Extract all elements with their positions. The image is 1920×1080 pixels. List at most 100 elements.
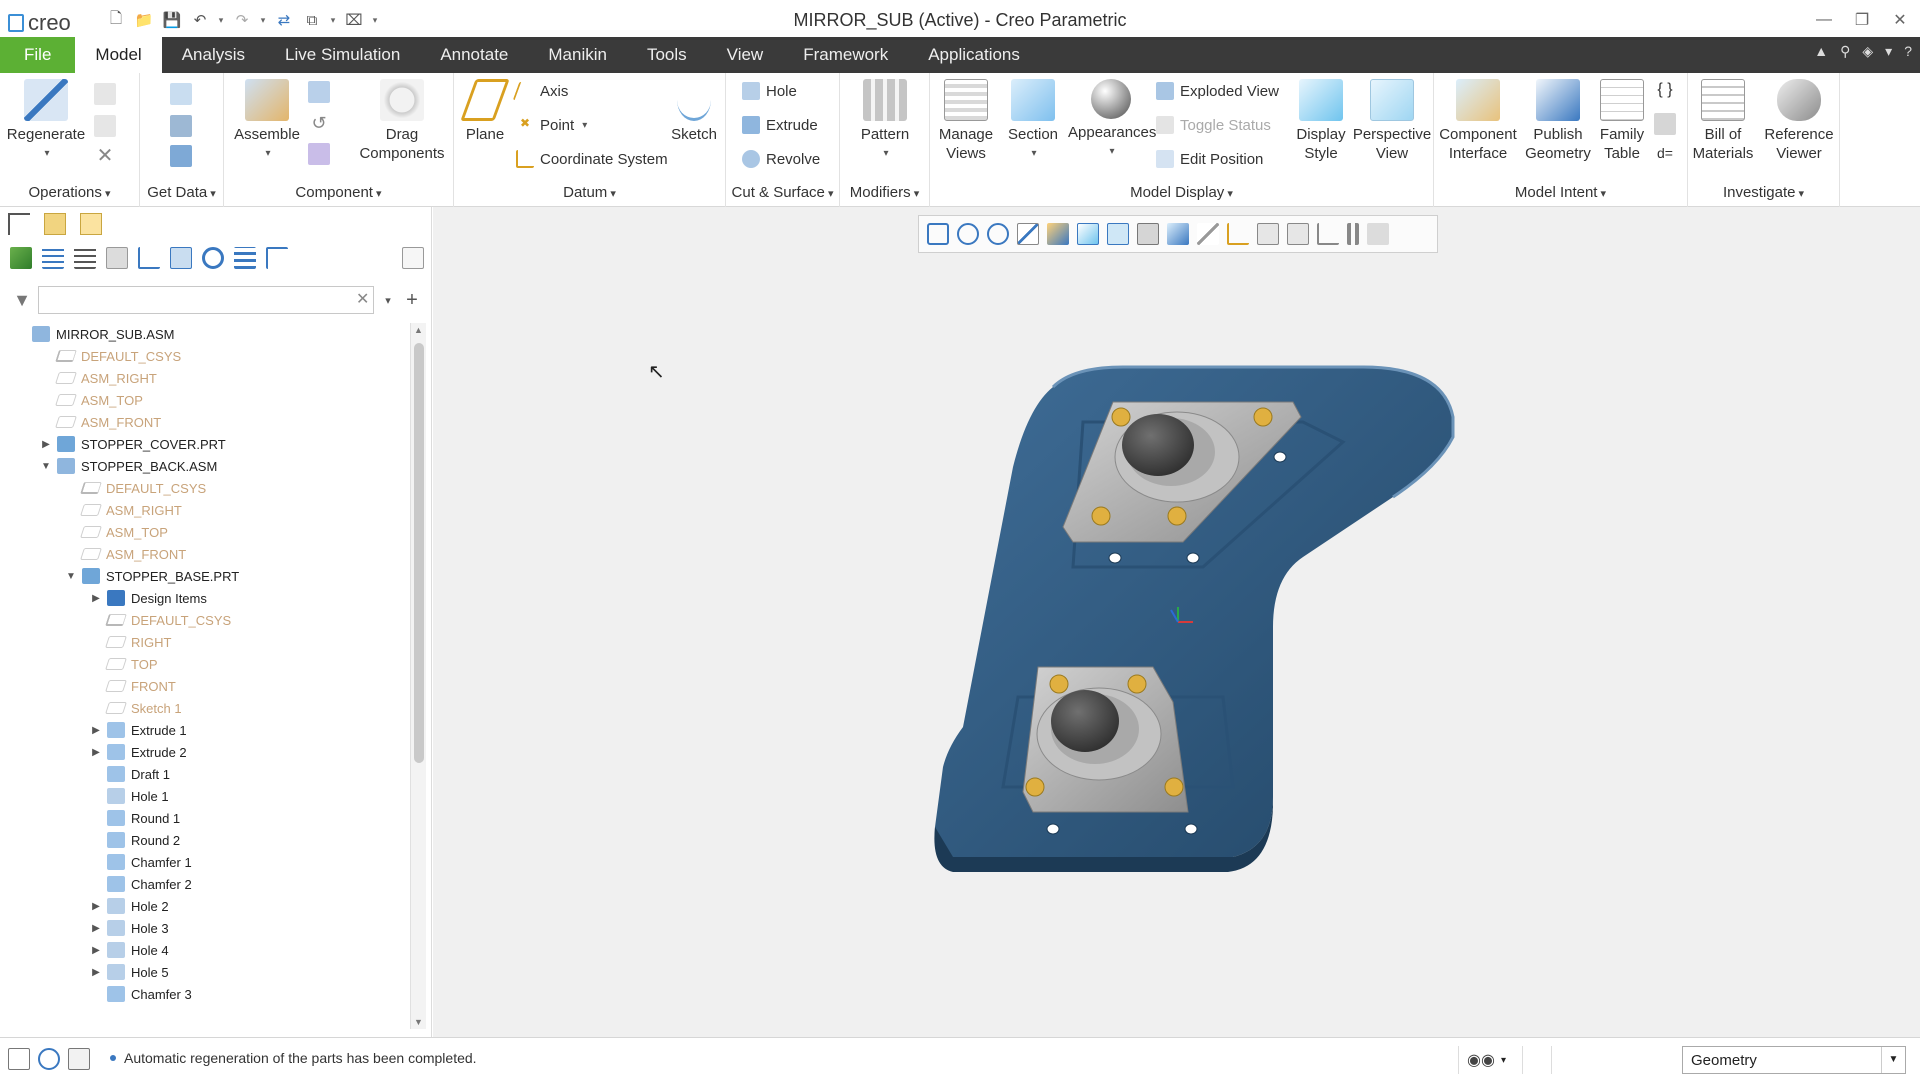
drag-components-button[interactable]: Drag Components: [354, 79, 450, 163]
tree-item[interactable]: Hole 1: [89, 785, 169, 807]
section-button[interactable]: Section ▾: [1002, 79, 1064, 163]
expand-toggle-icon[interactable]: ▼: [64, 571, 78, 582]
favorites-tab-icon[interactable]: [80, 213, 102, 235]
edit-position-button[interactable]: Edit Position: [1156, 147, 1263, 171]
learning-icon[interactable]: ◈: [1862, 43, 1873, 60]
tree-item[interactable]: DEFAULT_CSYS: [89, 609, 231, 631]
tree-item[interactable]: ▶ Hole 2: [89, 895, 169, 917]
undo-dropdown-icon[interactable]: ▾: [216, 15, 226, 26]
tree-scrollbar[interactable]: ▲ ▼: [410, 323, 426, 1029]
family-table-button[interactable]: Family Table: [1594, 79, 1650, 163]
tree-item[interactable]: ASM_RIGHT: [39, 367, 157, 389]
options-dropdown-icon[interactable]: ▾: [1885, 43, 1892, 60]
chevron-down-icon[interactable]: ▼: [1881, 1047, 1905, 1073]
appearances-button[interactable]: Appearances ▾: [1068, 79, 1156, 161]
new-file-icon[interactable]: 🗋: [104, 8, 128, 32]
exploded-view-button[interactable]: Exploded View: [1156, 79, 1279, 103]
tree-item[interactable]: Chamfer 3: [89, 983, 192, 1005]
bill-of-materials-button[interactable]: Bill of Materials: [1688, 79, 1758, 163]
tree-item[interactable]: Chamfer 1: [89, 851, 192, 873]
tab-analysis[interactable]: Analysis: [162, 37, 265, 73]
tree-item[interactable]: ASM_FRONT: [39, 411, 161, 433]
group-label-operations[interactable]: Operations: [0, 184, 139, 201]
sketch-button[interactable]: Sketch: [666, 79, 722, 144]
tree-item[interactable]: Round 1: [89, 807, 180, 829]
tree-item[interactable]: RIGHT: [89, 631, 171, 653]
tree-item[interactable]: DEFAULT_CSYS: [39, 345, 181, 367]
tree-item[interactable]: ▶ Extrude 1: [89, 719, 187, 741]
tab-model[interactable]: Model: [75, 37, 162, 73]
tree-item[interactable]: ▼ STOPPER_BASE.PRT: [64, 565, 239, 587]
reference-viewer-button[interactable]: Reference Viewer: [1760, 79, 1838, 163]
manage-views-button[interactable]: Manage Views: [934, 79, 998, 163]
tab-tools[interactable]: Tools: [627, 37, 707, 73]
scroll-down-icon[interactable]: ▼: [414, 1017, 423, 1027]
search-icon[interactable]: ⚲: [1840, 43, 1850, 60]
selection-filter-select[interactable]: Geometry ▼: [1682, 1046, 1906, 1074]
undo-icon[interactable]: ↶: [188, 8, 212, 32]
full-screen-icon[interactable]: [68, 1048, 90, 1070]
regenerate-button[interactable]: Regenerate ▾: [6, 79, 86, 163]
tab-file[interactable]: File: [0, 37, 76, 73]
find-dropdown-icon[interactable]: ▾: [1501, 1055, 1506, 1066]
redo-icon[interactable]: ↷: [230, 8, 254, 32]
shrinkwrap-icon[interactable]: [170, 145, 192, 167]
tab-view[interactable]: View: [707, 37, 784, 73]
collapse-ribbon-icon[interactable]: ▲: [1814, 43, 1828, 60]
windows-icon[interactable]: ⧉: [300, 8, 324, 32]
tree-item[interactable]: ▶ STOPPER_COVER.PRT: [39, 433, 226, 455]
copy-icon[interactable]: [94, 83, 116, 105]
model-tree-tab-icon[interactable]: [8, 213, 30, 235]
expand-toggle-icon[interactable]: ▶: [89, 747, 103, 758]
tree-item[interactable]: ▼ STOPPER_BACK.ASM: [39, 455, 217, 477]
tab-annotate[interactable]: Annotate: [420, 37, 528, 73]
section-dropdown-icon[interactable]: ▾: [1004, 144, 1064, 163]
regenerate-quick-icon[interactable]: ⇄: [272, 8, 296, 32]
delete-icon[interactable]: ✕: [94, 145, 116, 167]
point-dropdown-icon[interactable]: ▾: [582, 120, 587, 131]
expand-toggle-icon[interactable]: ▶: [89, 945, 103, 956]
tree-properties-icon[interactable]: [170, 247, 192, 269]
group-label-investigate[interactable]: Investigate: [1688, 184, 1839, 201]
tree-item[interactable]: Chamfer 2: [89, 873, 192, 895]
open-folder-icon[interactable]: 📁: [132, 8, 156, 32]
tree-table-icon[interactable]: [106, 247, 128, 269]
appearances-dropdown-icon[interactable]: ▾: [1070, 142, 1154, 161]
group-label-model-display[interactable]: Model Display: [930, 184, 1433, 201]
repeat-icon[interactable]: ↺: [308, 113, 330, 135]
expand-toggle-icon[interactable]: ▶: [89, 923, 103, 934]
expand-toggle-icon[interactable]: ▶: [89, 901, 103, 912]
tree-item[interactable]: FRONT: [89, 675, 176, 697]
show-navigator-icon[interactable]: [8, 1048, 30, 1070]
expand-toggle-icon[interactable]: ▼: [39, 461, 53, 472]
close-icon[interactable]: ✕: [1888, 6, 1912, 34]
tree-hierarchy-icon[interactable]: [138, 247, 160, 269]
tree-item[interactable]: ▶ Hole 3: [89, 917, 169, 939]
tree-item[interactable]: DEFAULT_CSYS: [64, 477, 206, 499]
tree-item[interactable]: ASM_TOP: [39, 389, 143, 411]
folder-browser-tab-icon[interactable]: [44, 213, 66, 235]
tree-item[interactable]: ▶ Hole 4: [89, 939, 169, 961]
expand-toggle-icon[interactable]: ▶: [89, 593, 103, 604]
add-filter-icon[interactable]: +: [402, 289, 422, 312]
show-browser-icon[interactable]: [38, 1048, 60, 1070]
toggle-status-button[interactable]: Toggle Status: [1156, 113, 1271, 137]
tree-item[interactable]: ▶ Hole 5: [89, 961, 169, 983]
extrude-button[interactable]: Extrude: [742, 113, 818, 137]
tree-item[interactable]: ▶ Design Items: [89, 587, 207, 609]
restore-icon[interactable]: ❐: [1850, 6, 1874, 34]
relations-icon[interactable]: { }: [1654, 81, 1676, 103]
mirror-component-icon[interactable]: [308, 143, 330, 165]
selected-items-button[interactable]: [1522, 1046, 1552, 1074]
tree-item[interactable]: Round 2: [89, 829, 180, 851]
group-label-component[interactable]: Component: [224, 184, 453, 201]
paste-icon[interactable]: [94, 115, 116, 137]
assemble-button[interactable]: Assemble ▾: [232, 79, 302, 163]
component-interface-button[interactable]: Component Interface: [1436, 79, 1520, 163]
tree-item[interactable]: ASM_TOP: [64, 521, 168, 543]
find-button[interactable]: ◉◉ ▾: [1458, 1046, 1514, 1074]
regenerate-dropdown-icon[interactable]: ▾: [8, 144, 86, 163]
assemble-dropdown-icon[interactable]: ▾: [234, 144, 302, 163]
pattern-button[interactable]: Pattern ▾: [850, 79, 920, 163]
point-button[interactable]: ✖ Point ▾: [516, 113, 587, 137]
